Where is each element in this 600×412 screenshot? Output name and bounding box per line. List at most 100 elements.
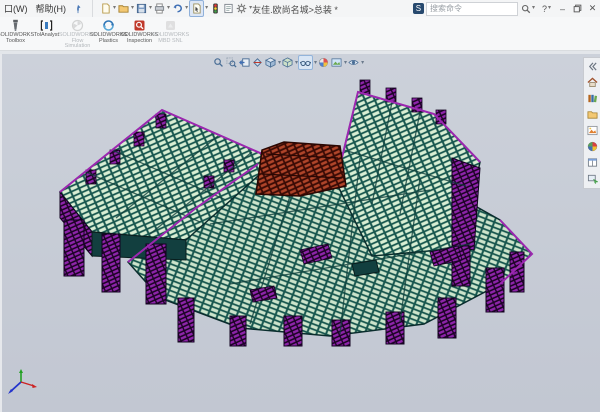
cmd-tolanalyst[interactable]: TolAnalyst xyxy=(31,17,62,39)
new-file-caret[interactable]: ▾ xyxy=(113,1,116,16)
cmd-inspection[interactable]: SOLIDWORKS Inspection xyxy=(124,17,155,44)
search-input[interactable] xyxy=(426,2,518,16)
help-label: ? xyxy=(542,4,547,14)
magnifier-icon xyxy=(521,4,531,14)
options-caret[interactable]: ▾ xyxy=(249,1,252,16)
edit-appearance-button[interactable] xyxy=(317,56,330,69)
cmd-solidworks-toolbox[interactable]: SOLIDWORKS Toolbox xyxy=(0,17,31,44)
rebuild-traffic-light-icon xyxy=(210,3,221,14)
file-properties-icon xyxy=(223,3,234,14)
highlighted-red-section[interactable] xyxy=(256,142,346,196)
options-button[interactable] xyxy=(235,1,248,16)
task-pane-view-palette-tab[interactable] xyxy=(586,124,598,136)
view-palette-icon xyxy=(587,125,598,136)
appearances-ball-icon xyxy=(587,141,598,152)
open-file-caret[interactable]: ▾ xyxy=(131,1,134,16)
cmd-mbd-snl: SOLIDWORKS MBD SNL xyxy=(155,17,186,44)
design-library-icon xyxy=(587,93,598,104)
view-orientation-cube-icon xyxy=(265,57,276,68)
plastics-icon xyxy=(102,19,115,32)
hide-show-items-button[interactable] xyxy=(298,55,313,70)
options-gear-icon xyxy=(236,3,247,14)
new-file-icon xyxy=(100,3,111,14)
task-pane-home-tab[interactable] xyxy=(586,76,598,88)
help-caret[interactable]: ▾ xyxy=(548,1,551,16)
custom-properties-icon xyxy=(587,157,598,168)
print-button[interactable] xyxy=(153,1,166,16)
close-button[interactable]: ✕ xyxy=(585,1,600,16)
folder-icon xyxy=(587,109,598,120)
undo-icon xyxy=(172,3,183,14)
command-manager: SOLIDWORKS Toolbox TolAnalyst SOLIDWORKS… xyxy=(0,17,600,51)
apply-scene-button[interactable] xyxy=(330,56,343,69)
task-pane-strip xyxy=(583,57,600,189)
zoom-to-area-button[interactable] xyxy=(225,56,238,69)
display-style-icon xyxy=(282,57,293,68)
section-view-button[interactable] xyxy=(251,56,264,69)
tolanalyst-icon xyxy=(40,19,53,32)
undo-caret[interactable]: ▾ xyxy=(185,1,188,16)
select-icon xyxy=(191,3,202,14)
undo-button[interactable] xyxy=(171,1,184,16)
menu-help[interactable]: 帮助(H) xyxy=(32,2,71,15)
new-file-button[interactable] xyxy=(99,1,112,16)
save-button[interactable] xyxy=(135,1,148,16)
cmd-plastics[interactable]: SOLIDWORKS Plastics xyxy=(93,17,124,44)
previous-view-icon xyxy=(239,57,250,68)
minimize-button[interactable]: – xyxy=(555,1,570,16)
section-view-icon xyxy=(252,57,263,68)
reference-triad xyxy=(4,368,40,398)
flow-simulation-icon xyxy=(71,19,84,32)
quick-access-toolbar: ▾ ▾ ▾ ▾ ▾ ▾ ▾ xyxy=(92,0,253,17)
heads-up-view-toolbar: ▾ ▾ ▾ ▾ ▾ xyxy=(212,56,364,69)
edit-appearance-ball-icon xyxy=(318,57,329,68)
save-icon xyxy=(136,3,147,14)
select-button[interactable] xyxy=(189,0,204,17)
task-pane-file-explorer-tab[interactable] xyxy=(586,108,598,120)
zoom-to-fit-button[interactable] xyxy=(212,56,225,69)
titlebar-right: S ▾ ?▾ – ✕ xyxy=(413,0,600,17)
zoom-to-area-icon xyxy=(226,57,237,68)
model-3d-view[interactable] xyxy=(0,54,600,412)
previous-view-button[interactable] xyxy=(238,56,251,69)
view-orientation-button[interactable] xyxy=(264,56,277,69)
cmd-label: SOLIDWORKS Toolbox xyxy=(0,33,34,44)
mbd-snl-icon xyxy=(164,19,177,32)
help-button[interactable]: ?▾ xyxy=(539,1,555,16)
menu-window[interactable]: 口(W) xyxy=(0,2,32,15)
cmd-flow-simulation: SOLIDWORKS Flow Simulation xyxy=(62,17,93,50)
task-pane-design-library-tab[interactable] xyxy=(586,92,598,104)
search-magnifier-button[interactable]: ▾ xyxy=(518,1,539,16)
apply-scene-icon xyxy=(331,57,342,68)
print-caret[interactable]: ▾ xyxy=(167,1,170,16)
cmd-label: SOLIDWORKS MBD SNL xyxy=(152,33,189,44)
title-bar: 口(W) 帮助(H) ▾ ▾ ▾ ▾ ▾ ▾ ▾ 友佳.欧尚名 xyxy=(0,0,600,18)
print-icon xyxy=(154,3,165,14)
hide-show-items-glasses-icon xyxy=(300,57,311,68)
forum-icon xyxy=(587,173,598,184)
file-properties-button[interactable] xyxy=(222,1,235,16)
task-pane-appearances-tab[interactable] xyxy=(586,140,598,152)
view-settings-button[interactable] xyxy=(347,56,360,69)
view-settings-caret[interactable]: ▾ xyxy=(361,59,364,66)
select-caret[interactable]: ▾ xyxy=(205,1,208,16)
zoom-to-fit-icon xyxy=(213,57,224,68)
restore-button[interactable] xyxy=(570,1,585,16)
graphics-viewport[interactable]: ▾ ▾ ▾ ▾ ▾ xyxy=(0,54,600,412)
display-style-button[interactable] xyxy=(281,56,294,69)
rebuild-button[interactable] xyxy=(209,1,222,16)
save-caret[interactable]: ▾ xyxy=(149,1,152,16)
task-pane-custom-properties-tab[interactable] xyxy=(586,156,598,168)
search-caret[interactable]: ▾ xyxy=(532,1,535,16)
solidworks-search-icon: S xyxy=(413,3,424,14)
pin-icon[interactable] xyxy=(73,4,83,14)
view-settings-eye-icon xyxy=(348,57,359,68)
open-file-icon xyxy=(118,3,129,14)
home-icon xyxy=(587,77,598,88)
inspection-icon xyxy=(133,19,146,32)
cmd-label: TolAnalyst xyxy=(34,33,59,39)
task-pane-forum-tab[interactable] xyxy=(586,172,598,184)
open-file-button[interactable] xyxy=(117,1,130,16)
task-pane-collapse-button[interactable] xyxy=(586,60,598,72)
restore-icon xyxy=(573,4,582,13)
